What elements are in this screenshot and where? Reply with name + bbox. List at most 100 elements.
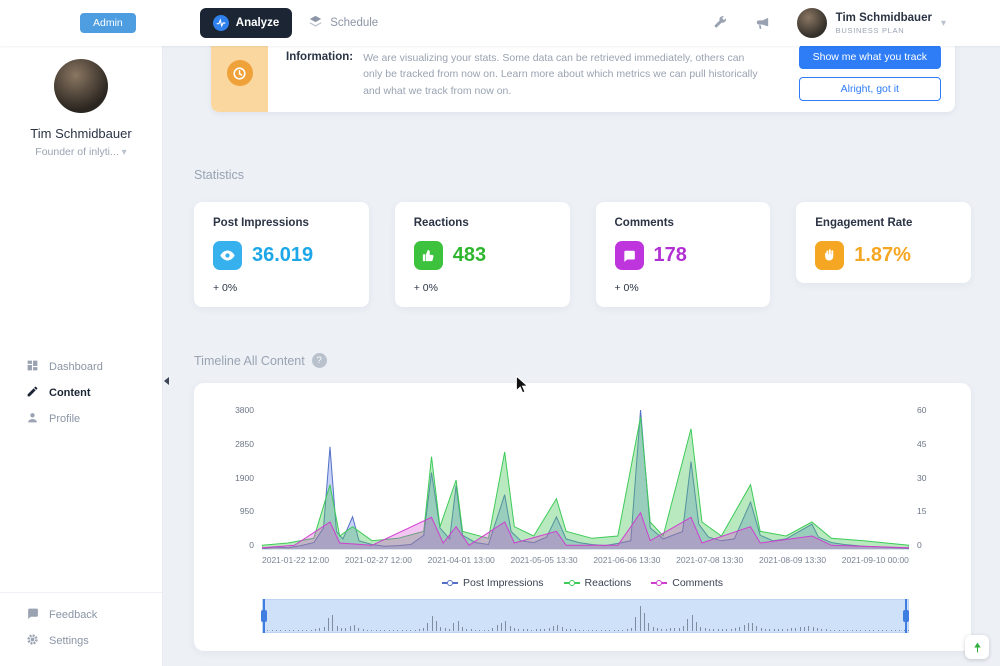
sidebar-item-label: Settings <box>49 635 89 647</box>
sidebar-user-subtitle[interactable]: Founder of inlyti... ▾ <box>0 146 162 158</box>
sidebar-user-subtitle-label: Founder of inlyti... <box>35 146 119 158</box>
sidebar-nav: Dashboard Content Profile <box>0 354 162 432</box>
information-text: We are visualizing your stats. Some data… <box>363 52 758 97</box>
x-tick-label: 2021-06-06 13:30 <box>593 555 661 565</box>
legend-marker-icon <box>563 580 580 586</box>
stat-value: 483 <box>452 244 487 266</box>
show-tracking-button[interactable]: Show me what you track <box>798 45 941 69</box>
chart-navigator[interactable] <box>262 599 909 633</box>
stat-delta: + 0% <box>614 282 639 294</box>
y-axis-right: 60 45 30 15 0 <box>909 405 947 550</box>
user-menu[interactable]: Tim Schmidbauer BUSINESS PLAN ▾ <box>796 8 946 38</box>
legend-marker-icon <box>442 580 458 586</box>
clock-icon <box>226 60 253 86</box>
chevron-down-icon: ▾ <box>940 17 946 29</box>
clap-icon <box>815 241 845 270</box>
y-tick-right: 60 <box>917 405 927 415</box>
legend-label: Comments <box>672 577 723 589</box>
stat-label: Comments <box>614 217 674 229</box>
x-tick-label: 2021-07-08 13:30 <box>676 555 744 565</box>
x-tick-label: 2021-02-27 12:00 <box>344 555 412 565</box>
layers-icon <box>308 14 323 32</box>
timeline-section-title: Timeline All Content <box>194 353 305 368</box>
gear-icon <box>26 633 39 649</box>
dismiss-banner-button[interactable]: Alright, got it <box>798 77 941 101</box>
stat-label: Post Impressions <box>213 217 309 229</box>
stat-cards: Post Impressions 36.019 + 0% Reactions 4… <box>194 202 971 307</box>
tab-schedule[interactable]: Schedule <box>308 14 378 32</box>
y-tick-left: 2850 <box>235 438 254 449</box>
tab-analyze[interactable]: Analyze <box>199 8 293 38</box>
legend-marker-icon <box>651 580 668 586</box>
navigator-handle-right[interactable] <box>903 599 910 633</box>
information-label: Information: <box>286 51 354 63</box>
sidebar-item-profile[interactable]: Profile <box>0 406 162 432</box>
sidebar-item-settings[interactable]: Settings <box>0 628 162 654</box>
sidebar-item-content[interactable]: Content <box>0 380 162 406</box>
x-tick-label: 2021-04-01 13:00 <box>427 555 495 565</box>
y-tick-left: 3800 <box>235 405 254 415</box>
dashboard-grid-icon <box>26 359 39 375</box>
sidebar: Tim Schmidbauer Founder of inlyti... ▾ D… <box>0 46 163 666</box>
sidebar-item-label: Dashboard <box>49 361 103 373</box>
y-tick-right: 0 <box>917 540 922 550</box>
y-axis-left: 3800 2850 1900 950 0 <box>218 405 262 550</box>
megaphone-icon[interactable] <box>754 15 771 32</box>
speech-bubble-icon <box>26 607 39 623</box>
comment-icon <box>614 241 644 270</box>
user-plan: BUSINESS PLAN <box>835 25 905 35</box>
navigator-handle-left[interactable] <box>261 599 268 633</box>
stat-label: Engagement Rate <box>815 217 913 229</box>
x-axis: 2021-01-22 12:00 2021-02-27 12:00 2021-04-… <box>262 555 909 565</box>
eye-icon <box>213 241 242 270</box>
pencil-icon <box>26 385 39 401</box>
sidebar-user-name: Tim Schmidbauer <box>30 126 132 141</box>
y-tick-right: 30 <box>917 472 927 483</box>
tab-schedule-label: Schedule <box>330 17 379 29</box>
legend-label: Post Impressions <box>463 577 544 589</box>
y-tick-right: 45 <box>917 438 927 449</box>
growth-arrow-icon <box>973 642 981 652</box>
stat-delta: + 0% <box>213 282 238 294</box>
main-content: Information: We are visualizing your sta… <box>164 34 1000 666</box>
top-bar: Admin Analyze Schedule Tim Schmidbauer B… <box>0 0 1000 46</box>
top-bar-right: Tim Schmidbauer BUSINESS PLAN ▾ <box>712 8 1000 38</box>
y-tick-left: 0 <box>249 540 254 550</box>
stat-value: 1.87% <box>854 244 911 266</box>
user-meta: Tim Schmidbauer BUSINESS PLAN <box>836 12 932 35</box>
legend-label: Reactions <box>584 577 632 589</box>
y-tick-right: 15 <box>917 506 927 517</box>
sidebar-collapse-arrow[interactable] <box>164 377 169 385</box>
legend-item[interactable]: Reactions <box>563 577 632 589</box>
thumbs-up-icon <box>413 241 443 270</box>
sidebar-item-feedback[interactable]: Feedback <box>0 602 162 628</box>
legend-item[interactable]: Comments <box>651 577 723 589</box>
sidebar-item-label: Content <box>49 387 91 399</box>
stat-card-engagement-rate: Engagement Rate 1.87% <box>796 202 971 283</box>
help-question-icon[interactable]: ? <box>311 353 327 368</box>
chevron-down-icon: ▾ <box>121 147 127 158</box>
x-tick-label: 2021-09-10 00:00 <box>841 555 909 565</box>
stat-card-reactions: Reactions 483 + 0% <box>394 202 570 307</box>
admin-button[interactable]: Admin <box>80 13 136 33</box>
pulse-circle-icon <box>212 15 229 31</box>
timeline-chart-plot[interactable] <box>262 405 909 550</box>
launcher-widget[interactable] <box>965 635 989 659</box>
statistics-section-title: Statistics <box>194 168 245 182</box>
wrench-icon[interactable] <box>712 15 728 31</box>
information-actions: Show me what you track Alright, got it <box>798 45 941 101</box>
chart-legend: Post Impressions Reactions Comments <box>218 577 947 589</box>
x-tick-label: 2021-05-05 13:30 <box>510 555 578 565</box>
legend-item[interactable]: Post Impressions <box>442 577 544 589</box>
sidebar-item-dashboard[interactable]: Dashboard <box>0 354 162 380</box>
sidebar-avatar[interactable] <box>54 59 108 113</box>
timeline-chart-card: 3800 2850 1900 950 0 60 45 30 15 0 2021-01-22 12… <box>194 383 971 651</box>
timeline-header: Timeline All Content ? <box>194 353 971 368</box>
stat-delta: + 0% <box>413 282 438 294</box>
app-screen: Admin Analyze Schedule Tim Schmidbauer B… <box>0 0 1000 666</box>
stat-card-comments: Comments 178 + 0% <box>595 202 771 307</box>
series-reactions <box>262 416 909 550</box>
tab-analyze-label: Analyze <box>235 17 280 29</box>
sidebar-footer: Feedback Settings <box>0 592 162 666</box>
x-tick-label: 2021-08-09 13:30 <box>758 555 827 565</box>
